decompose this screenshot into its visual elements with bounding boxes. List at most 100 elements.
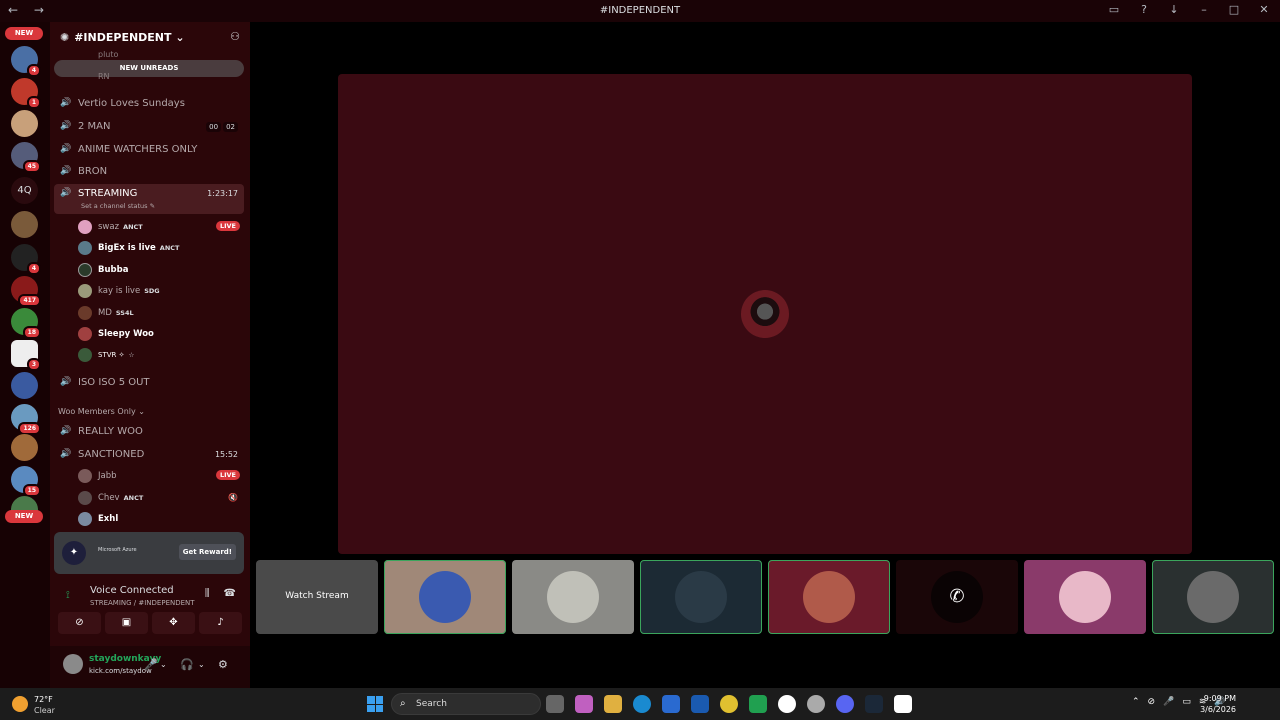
participant-tile[interactable] bbox=[512, 560, 634, 634]
voice-user[interactable]: Jabb bbox=[78, 466, 117, 486]
app-icon[interactable] bbox=[778, 695, 796, 713]
new-pill-bottom[interactable]: NEW bbox=[5, 510, 43, 523]
voice-user[interactable]: MD SS4L bbox=[78, 303, 134, 323]
watch-stream-label[interactable]: Watch Stream bbox=[256, 591, 378, 601]
headphones-icon[interactable]: 🎧 bbox=[180, 658, 194, 671]
voice-channel[interactable]: 🔊 REALLY WOO bbox=[54, 421, 244, 441]
weather-widget[interactable]: 72°F Clear bbox=[12, 692, 72, 716]
app-icon[interactable] bbox=[894, 695, 912, 713]
voice-location[interactable]: STREAMING / #INDEPENDENT bbox=[90, 599, 195, 607]
voice-channel-active[interactable]: 🔊 STREAMING 1:23:17 Set a channel status … bbox=[54, 184, 244, 214]
server-icon[interactable]: 4 bbox=[11, 244, 41, 275]
guild-name: #INDEPENDENT bbox=[74, 31, 172, 44]
channel-status[interactable]: Set a channel status ✎ bbox=[81, 202, 155, 210]
edge-icon[interactable] bbox=[633, 695, 651, 713]
signal-icon[interactable]: ⟟ bbox=[66, 590, 70, 601]
soundboard-icon[interactable]: ♪ bbox=[199, 612, 242, 634]
store-icon[interactable] bbox=[662, 695, 680, 713]
voice-user[interactable]: Bubba bbox=[78, 260, 128, 280]
microphone-icon[interactable]: 🎤 bbox=[144, 658, 158, 671]
voice-channel[interactable]: 🔊 ISO ISO 5 OUT bbox=[54, 372, 244, 392]
windows-start-icon[interactable] bbox=[367, 696, 383, 712]
voice-user[interactable]: STVR ✧ ☆ bbox=[78, 345, 134, 365]
avatar bbox=[78, 263, 92, 277]
activities-icon[interactable]: ✥ bbox=[152, 612, 195, 634]
help-icon[interactable]: ? bbox=[1138, 3, 1150, 16]
microphone-icon[interactable]: 🎤 bbox=[1163, 697, 1174, 707]
participant-tile[interactable] bbox=[768, 560, 890, 634]
avatar bbox=[1187, 571, 1239, 623]
screen-share-icon[interactable]: ▣ bbox=[105, 612, 148, 634]
chevron-up-icon[interactable]: ⌃ bbox=[1132, 697, 1140, 707]
settings-gear-icon[interactable]: ⚙ bbox=[218, 658, 228, 671]
avatar[interactable] bbox=[63, 654, 83, 674]
task-view-icon[interactable] bbox=[546, 695, 564, 713]
server-icon[interactable]: 18 bbox=[11, 308, 41, 339]
guild-header[interactable]: ✺ #INDEPENDENT ⌄ ⚇ bbox=[50, 22, 250, 54]
voice-user[interactable]: swaz ANCT bbox=[78, 217, 143, 237]
server-icon[interactable] bbox=[11, 434, 38, 461]
category-header[interactable]: Woo Members Only ⌄ bbox=[58, 407, 145, 416]
outlook-icon[interactable] bbox=[691, 695, 709, 713]
server-4q[interactable]: 4Q bbox=[11, 177, 38, 204]
participant-tile[interactable]: ✆ bbox=[896, 560, 1018, 634]
participant-tile[interactable] bbox=[1152, 560, 1274, 634]
server-icon[interactable]: 15 bbox=[11, 466, 41, 497]
app-icon[interactable] bbox=[807, 695, 825, 713]
download-icon[interactable]: ↓ bbox=[1168, 3, 1180, 16]
file-explorer-icon[interactable] bbox=[604, 695, 622, 713]
chevron-down-icon: ⌄ bbox=[175, 31, 185, 44]
disconnect-icon[interactable]: ☎ bbox=[224, 588, 236, 599]
focused-participant-tile[interactable] bbox=[338, 74, 1192, 554]
participant-tile[interactable] bbox=[640, 560, 762, 634]
notification-off-icon[interactable]: ⊘ bbox=[1148, 697, 1156, 707]
voice-user[interactable]: Sleepy Woo bbox=[78, 324, 154, 344]
chrome-icon[interactable] bbox=[720, 695, 738, 713]
maximize-icon[interactable]: □ bbox=[1228, 3, 1240, 16]
minimize-icon[interactable]: – bbox=[1198, 3, 1210, 16]
copilot-icon[interactable] bbox=[575, 695, 593, 713]
server-icon[interactable]: 4 bbox=[11, 46, 41, 77]
search-placeholder: Search bbox=[416, 699, 447, 709]
server-icon[interactable]: 126 bbox=[11, 404, 41, 435]
server-icon[interactable] bbox=[11, 110, 38, 137]
get-reward-button[interactable]: Get Reward! bbox=[178, 544, 236, 560]
inbox-icon[interactable]: ▭ bbox=[1108, 3, 1120, 16]
app-icon[interactable] bbox=[749, 695, 767, 713]
phone-icon: ✆ bbox=[931, 571, 983, 623]
discord-icon[interactable] bbox=[836, 695, 854, 713]
server-icon[interactable]: 417 bbox=[11, 276, 41, 307]
noise-suppression-icon[interactable]: ⫼ bbox=[205, 588, 210, 599]
server-icon[interactable]: 45 bbox=[11, 142, 41, 173]
new-unreads-bar[interactable]: NEW UNREADS bbox=[54, 60, 244, 77]
steam-icon[interactable] bbox=[865, 695, 883, 713]
server-icon[interactable] bbox=[11, 372, 38, 399]
voice-channel[interactable]: 🔊 2 MAN 00 02 bbox=[54, 116, 244, 136]
avatar bbox=[78, 220, 92, 234]
avatar bbox=[78, 491, 92, 505]
participant-tile[interactable]: Watch Stream bbox=[256, 560, 378, 634]
clock[interactable]: 9:09 PM 3/6/2026 bbox=[1200, 693, 1236, 715]
participant-tile[interactable] bbox=[384, 560, 506, 634]
chevron-down-icon[interactable]: ⌄ bbox=[160, 660, 167, 669]
display-icon[interactable]: ▭ bbox=[1182, 697, 1191, 707]
server-icon[interactable]: 1 bbox=[11, 78, 41, 109]
voice-channel[interactable]: 🔊 ANIME WATCHERS ONLY bbox=[54, 139, 244, 159]
close-icon[interactable]: ✕ bbox=[1258, 3, 1270, 16]
voice-channel[interactable]: 🔊 BRON bbox=[54, 161, 244, 181]
voice-channel[interactable]: 🔊 SANCTIONED 15:52 bbox=[54, 444, 244, 464]
voice-channel[interactable]: 🔊 Vertio Loves Sundays bbox=[54, 93, 244, 113]
server-icon[interactable]: 3 bbox=[11, 340, 41, 371]
new-pill-top[interactable]: NEW bbox=[5, 27, 43, 40]
chevron-down-icon[interactable]: ⌄ bbox=[198, 660, 205, 669]
server-icon[interactable] bbox=[11, 211, 38, 238]
taskbar-search[interactable]: ⌕ Search bbox=[391, 693, 541, 715]
voice-status[interactable]: Voice Connected bbox=[90, 585, 174, 596]
participant-tile[interactable] bbox=[1024, 560, 1146, 634]
voice-user[interactable]: BigEx is live ANCT bbox=[78, 238, 179, 258]
camera-off-icon[interactable]: ⊘ bbox=[58, 612, 101, 634]
voice-user[interactable]: Chev ANCT bbox=[78, 488, 143, 508]
voice-user[interactable]: Exhl bbox=[78, 509, 118, 529]
voice-user[interactable]: kay is live SDG bbox=[78, 281, 160, 301]
invite-icon[interactable]: ⚇ bbox=[230, 30, 240, 43]
